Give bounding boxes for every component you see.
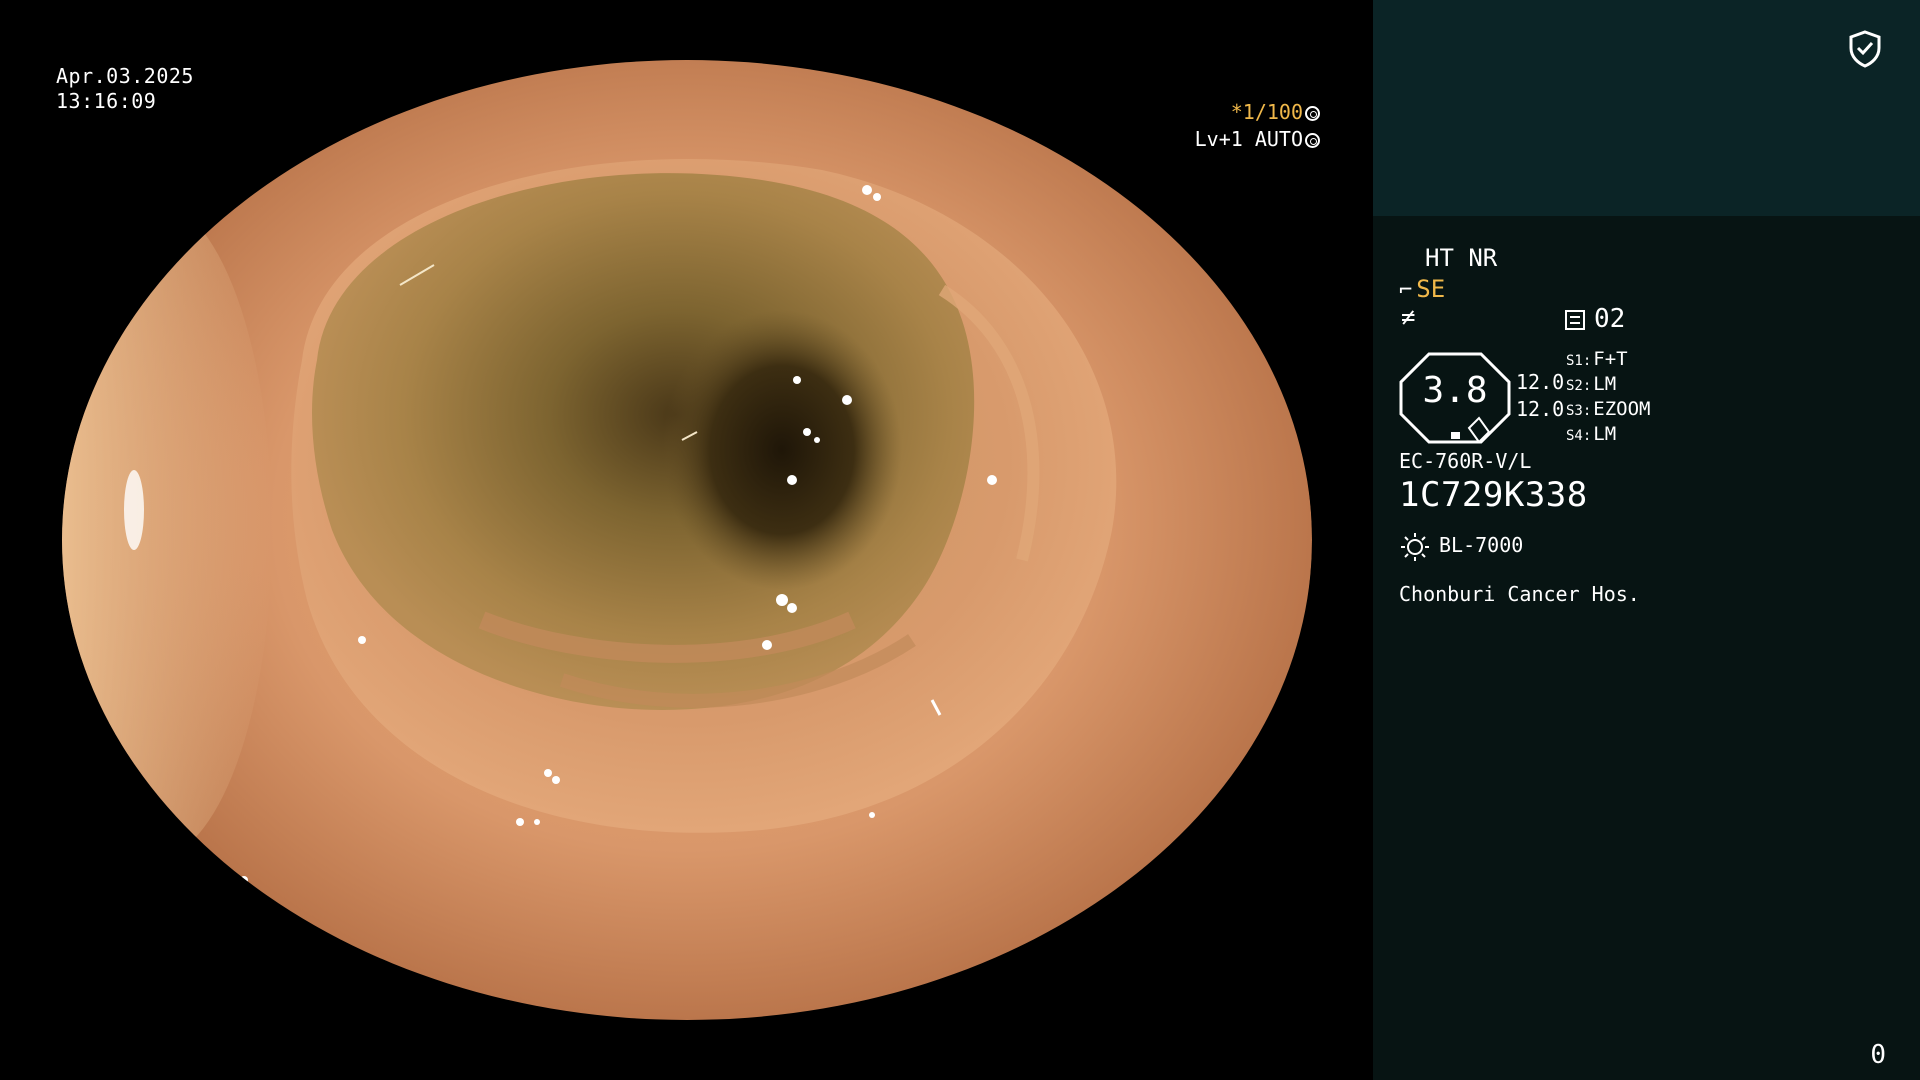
exposure-readout: *1/100 Lv+1 AUTO [980, 99, 1320, 153]
value-top: 12.0 [1516, 370, 1565, 394]
light-source: BL-7000 [1439, 533, 1524, 557]
switch-list: S1: F+T S2: LM S3: EZOOM S4: LM [1566, 347, 1651, 447]
switch-value: F+T [1593, 348, 1628, 370]
date-text: Apr.03.2025 [56, 64, 194, 88]
shutter-speed: *1/100 [1230, 100, 1303, 124]
switch-value: LM [1593, 423, 1617, 445]
scope-model: EC-760R-V/L [1399, 449, 1532, 473]
switch-value: LM [1593, 373, 1617, 395]
switch-key: S3: [1566, 403, 1592, 419]
enhance-line: ⌐ SE [1399, 275, 1445, 303]
scope-serial: 1C729K338 [1399, 475, 1588, 515]
switch-key: S4: [1566, 428, 1592, 444]
memory-number: 02 [1594, 304, 1626, 334]
light-source-icon [1401, 533, 1429, 561]
aperture-icon [1305, 106, 1320, 121]
switch-row: S4: LM [1566, 422, 1651, 447]
mode-line: HT NR [1425, 244, 1498, 272]
switch-value: EZOOM [1593, 398, 1651, 420]
value-bottom: 12.0 [1516, 397, 1565, 421]
switch-key: S1: [1566, 353, 1592, 369]
level-mode: Lv+1 AUTO [1194, 127, 1303, 151]
endoscope-image-area: Apr.03.2025 13:16:09 *1/100 Lv+1 AUTO [0, 0, 1373, 1080]
time-text: 13:16:09 [56, 89, 157, 113]
shield-check-icon [1849, 30, 1881, 68]
switch-row: S1: F+T [1566, 347, 1651, 372]
switch-row: S2: LM [1566, 372, 1651, 397]
datetime-readout: Apr.03.2025 13:16:09 [56, 64, 194, 114]
gauge-value: 3.8 [1422, 370, 1488, 411]
panel-header [1373, 0, 1920, 216]
slash-icon: ≠ [1401, 303, 1416, 331]
enhance-text: SE [1416, 275, 1446, 303]
switch-key: S2: [1566, 378, 1592, 394]
memory-doc-icon [1565, 310, 1585, 330]
endoscopy-screen: Apr.03.2025 13:16:09 *1/100 Lv+1 AUTO HT… [0, 0, 1920, 1080]
hospital-name: Chonburi Cancer Hos. [1399, 582, 1640, 606]
switch-row: S3: EZOOM [1566, 397, 1651, 422]
endoscope-view [62, 60, 1312, 1020]
hook-icon: ⌐ [1399, 278, 1413, 303]
image-counter: 0 [1870, 1040, 1886, 1070]
auto-circle-icon [1305, 133, 1320, 148]
info-panel: HT NR ⌐ SE ≠ 02 3.8 12.0 12.0 S1: F+T S2: L… [1373, 0, 1920, 1080]
endoscopic-image [62, 60, 1312, 1020]
